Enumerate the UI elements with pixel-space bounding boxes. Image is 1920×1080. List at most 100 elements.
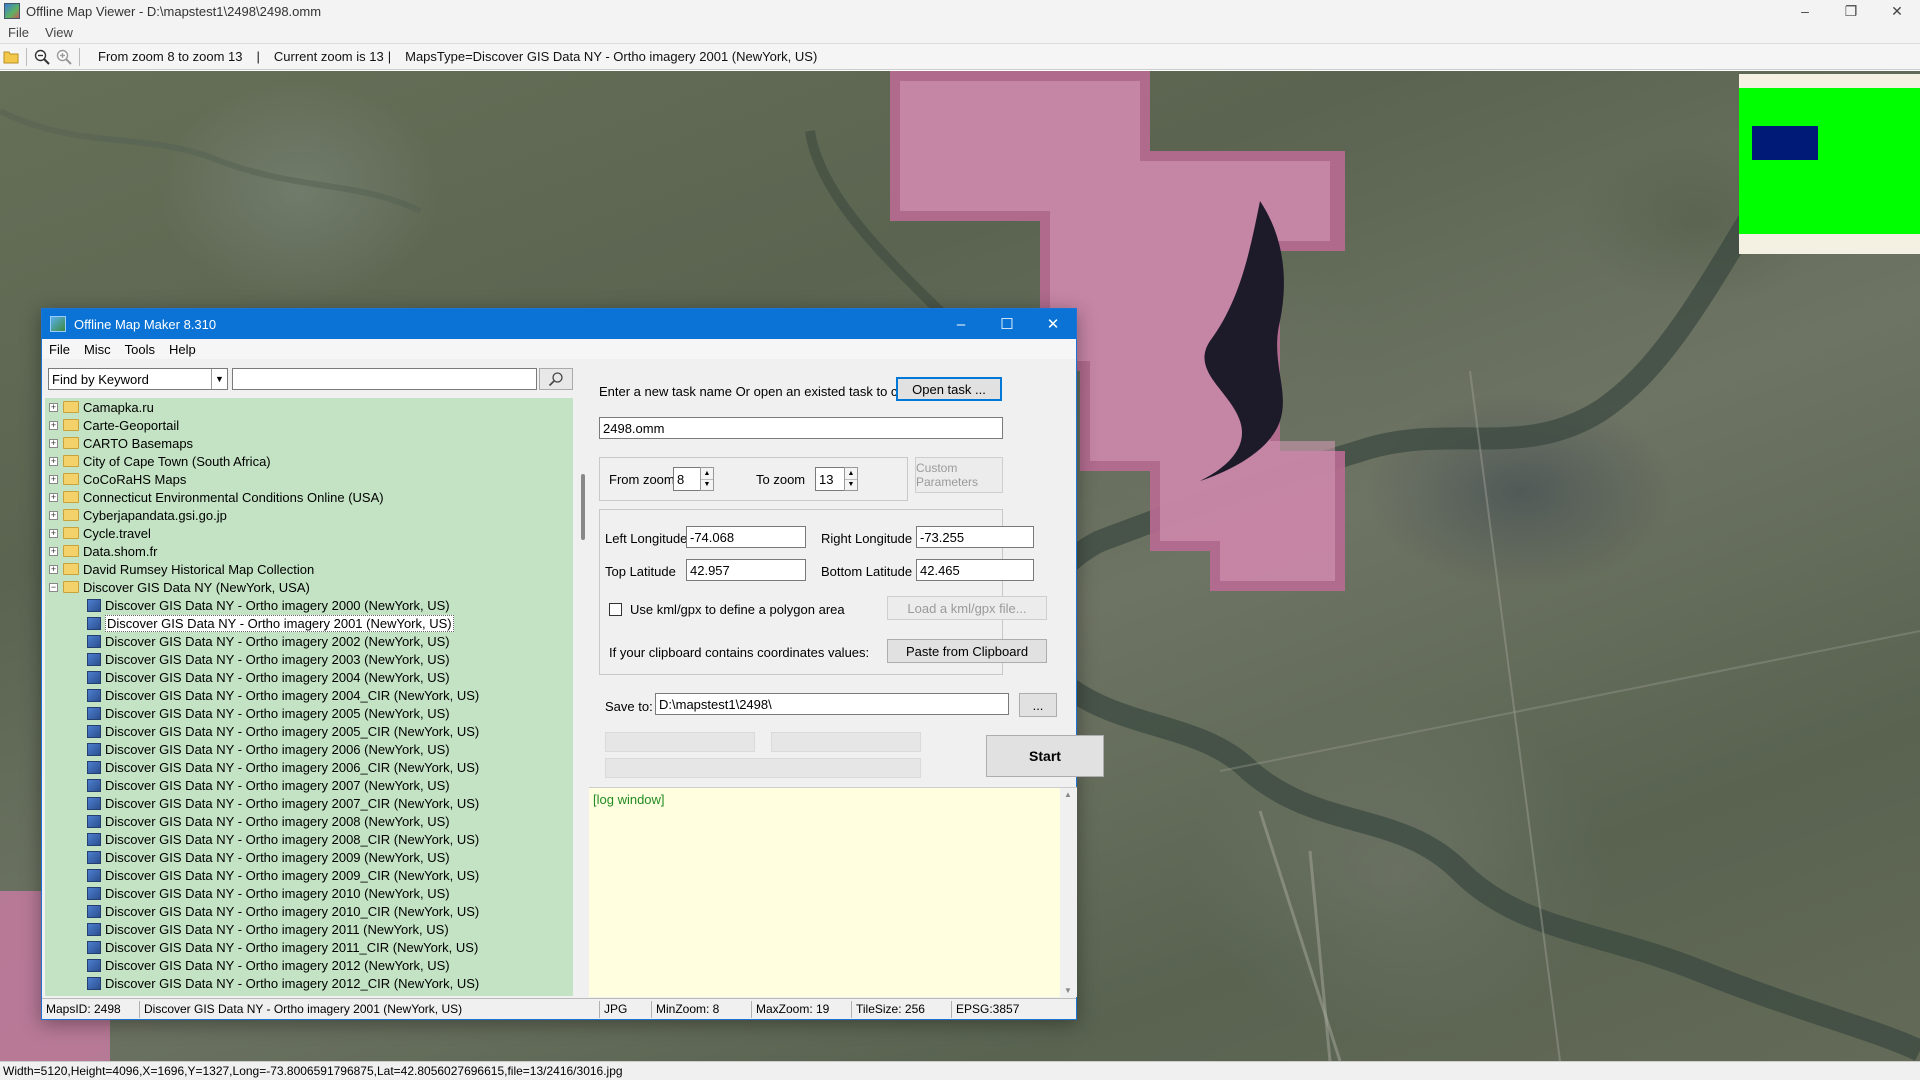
- close-button[interactable]: ✕: [1030, 309, 1076, 339]
- menu-file[interactable]: File: [42, 342, 77, 357]
- expand-icon[interactable]: +: [49, 420, 58, 430]
- map-tile-icon: [87, 706, 101, 720]
- expand-icon[interactable]: +: [49, 528, 58, 538]
- map-source-tree[interactable]: + Camapka.ru + Carte-Geoportail + CARTO Basem…: [45, 398, 573, 996]
- menu-view[interactable]: View: [37, 25, 81, 40]
- top-latitude-input[interactable]: 42.957: [686, 559, 806, 581]
- tree-item-label: Discover GIS Data NY - Ortho imagery 200…: [105, 777, 450, 793]
- map-source-item[interactable]: Discover GIS Data NY - Ortho imagery 200…: [45, 776, 573, 794]
- tree-folder-item[interactable]: + City of Cape Town (South Africa): [45, 452, 573, 470]
- overview-minimap[interactable]: [1739, 74, 1920, 254]
- start-button[interactable]: Start: [986, 735, 1104, 777]
- bottom-latitude-input[interactable]: 42.465: [916, 559, 1034, 581]
- expand-icon[interactable]: +: [49, 474, 58, 484]
- map-source-item[interactable]: Discover GIS Data NY - Ortho imagery 200…: [45, 758, 573, 776]
- map-source-item[interactable]: Discover GIS Data NY - Ortho imagery 200…: [45, 722, 573, 740]
- restore-button[interactable]: ❐: [1828, 0, 1874, 22]
- chevron-up-icon[interactable]: ▲: [701, 468, 713, 480]
- map-source-item[interactable]: Discover GIS Data NY - Ortho imagery 200…: [45, 614, 573, 632]
- chevron-up-icon[interactable]: ▲: [1064, 790, 1072, 799]
- zoom-in-icon[interactable]: [53, 46, 75, 68]
- map-source-item[interactable]: Discover GIS Data NY - Ortho imagery 200…: [45, 704, 573, 722]
- chevron-down-icon[interactable]: ▼: [701, 480, 713, 491]
- tree-item-label: Discover GIS Data NY - Ortho imagery 200…: [105, 831, 480, 847]
- scrollbar-thumb[interactable]: [581, 474, 585, 540]
- left-longitude-input[interactable]: -74.068: [686, 526, 806, 548]
- open-folder-icon[interactable]: [0, 46, 22, 68]
- right-longitude-input[interactable]: -73.255: [916, 526, 1034, 548]
- expand-icon[interactable]: +: [49, 402, 58, 412]
- map-source-item[interactable]: Discover GIS Data NY - Ortho imagery 200…: [45, 812, 573, 830]
- map-source-item[interactable]: Discover GIS Data NY - Ortho imagery 200…: [45, 668, 573, 686]
- chevron-down-icon[interactable]: ▼: [211, 369, 227, 389]
- map-source-item[interactable]: Discover GIS Data NY - Ortho imagery 201…: [45, 938, 573, 956]
- save-to-input[interactable]: D:\mapstest1\2498\: [655, 693, 1009, 715]
- map-source-item[interactable]: Discover GIS Data NY - Ortho imagery 200…: [45, 866, 573, 884]
- map-source-item[interactable]: Discover GIS Data NY - Ortho imagery 200…: [45, 596, 573, 614]
- tree-item-label: Discover GIS Data NY - Ortho imagery 200…: [105, 651, 450, 667]
- map-tile-icon: [87, 616, 101, 630]
- right-longitude-label: Right Longitude: [821, 531, 913, 546]
- map-source-item[interactable]: Discover GIS Data NY - Ortho imagery 201…: [45, 956, 573, 974]
- map-source-item[interactable]: Discover GIS Data NY - Ortho imagery 200…: [45, 650, 573, 668]
- task-name-input[interactable]: 2498.omm: [599, 417, 1003, 439]
- menu-help[interactable]: Help: [162, 342, 203, 357]
- map-tile-icon: [87, 958, 101, 972]
- expand-icon[interactable]: +: [49, 456, 58, 466]
- chevron-down-icon[interactable]: ▼: [1064, 986, 1072, 995]
- paste-from-clipboard-button[interactable]: Paste from Clipboard: [887, 639, 1047, 663]
- menu-tools[interactable]: Tools: [118, 342, 162, 357]
- tree-item-label: Discover GIS Data NY - Ortho imagery 200…: [105, 597, 450, 613]
- from-zoom-stepper[interactable]: ▲ ▼: [700, 467, 714, 491]
- search-button[interactable]: [539, 368, 573, 390]
- map-source-item[interactable]: Discover GIS Data NY - Ortho imagery 200…: [45, 830, 573, 848]
- tree-folder-item[interactable]: + Cyberjapandata.gsi.go.jp: [45, 506, 573, 524]
- menu-file[interactable]: File: [0, 25, 37, 40]
- map-source-item[interactable]: Discover GIS Data NY - Ortho imagery 201…: [45, 920, 573, 938]
- expand-icon[interactable]: +: [49, 438, 58, 448]
- map-source-item[interactable]: Discover GIS Data NY - Ortho imagery 200…: [45, 794, 573, 812]
- maximize-button[interactable]: ☐: [984, 309, 1030, 339]
- browse-button[interactable]: ...: [1019, 693, 1057, 717]
- tree-folder-item[interactable]: + CARTO Basemaps: [45, 434, 573, 452]
- load-kml-button[interactable]: Load a kml/gpx file...: [887, 596, 1047, 620]
- map-source-item[interactable]: Discover GIS Data NY - Ortho imagery 200…: [45, 686, 573, 704]
- chevron-down-icon[interactable]: ▼: [845, 480, 857, 491]
- expand-icon[interactable]: +: [49, 492, 58, 502]
- minimap-viewport[interactable]: [1752, 126, 1818, 160]
- tree-folder-item[interactable]: + Carte-Geoportail: [45, 416, 573, 434]
- log-scrollbar[interactable]: ▲ ▼: [1060, 788, 1077, 997]
- menu-misc[interactable]: Misc: [77, 342, 118, 357]
- to-zoom-input[interactable]: 13: [815, 467, 845, 491]
- minimize-button[interactable]: –: [938, 309, 984, 339]
- search-input[interactable]: [232, 368, 537, 390]
- log-window[interactable]: [log window] ▲ ▼: [589, 787, 1077, 997]
- find-mode-select[interactable]: Find by Keyword ▼: [48, 368, 228, 390]
- expand-icon[interactable]: +: [49, 564, 58, 574]
- tree-folder-item[interactable]: + David Rumsey Historical Map Collection: [45, 560, 573, 578]
- open-task-button[interactable]: Open task ...: [896, 377, 1002, 401]
- expand-icon[interactable]: +: [49, 510, 58, 520]
- expand-icon[interactable]: +: [49, 546, 58, 556]
- use-kml-checkbox[interactable]: [609, 603, 622, 616]
- tree-folder-item[interactable]: + Camapka.ru: [45, 398, 573, 416]
- map-source-item[interactable]: Discover GIS Data NY - Ortho imagery 201…: [45, 902, 573, 920]
- tree-folder-item[interactable]: + CoCoRaHS Maps: [45, 470, 573, 488]
- tree-folder-item[interactable]: + Data.shom.fr: [45, 542, 573, 560]
- map-source-item[interactable]: Discover GIS Data NY - Ortho imagery 201…: [45, 884, 573, 902]
- map-source-item[interactable]: Discover GIS Data NY - Ortho imagery 201…: [45, 974, 573, 992]
- zoom-out-icon[interactable]: [31, 46, 53, 68]
- minimize-button[interactable]: –: [1782, 0, 1828, 22]
- custom-parameters-button[interactable]: Custom Parameters: [915, 457, 1003, 493]
- tree-folder-item[interactable]: + Connecticut Environmental Conditions On…: [45, 488, 573, 506]
- map-source-item[interactable]: Discover GIS Data NY - Ortho imagery 200…: [45, 848, 573, 866]
- map-source-item[interactable]: Discover GIS Data NY - Ortho imagery 200…: [45, 740, 573, 758]
- to-zoom-stepper[interactable]: ▲ ▼: [844, 467, 858, 491]
- map-source-item[interactable]: Discover GIS Data NY - Ortho imagery 200…: [45, 632, 573, 650]
- collapse-icon[interactable]: −: [49, 582, 58, 592]
- close-button[interactable]: ✕: [1874, 0, 1920, 22]
- tree-folder-item-open[interactable]: − Discover GIS Data NY (NewYork, USA): [45, 578, 573, 596]
- from-zoom-input[interactable]: 8: [673, 467, 701, 491]
- chevron-up-icon[interactable]: ▲: [845, 468, 857, 480]
- tree-folder-item[interactable]: + Cycle.travel: [45, 524, 573, 542]
